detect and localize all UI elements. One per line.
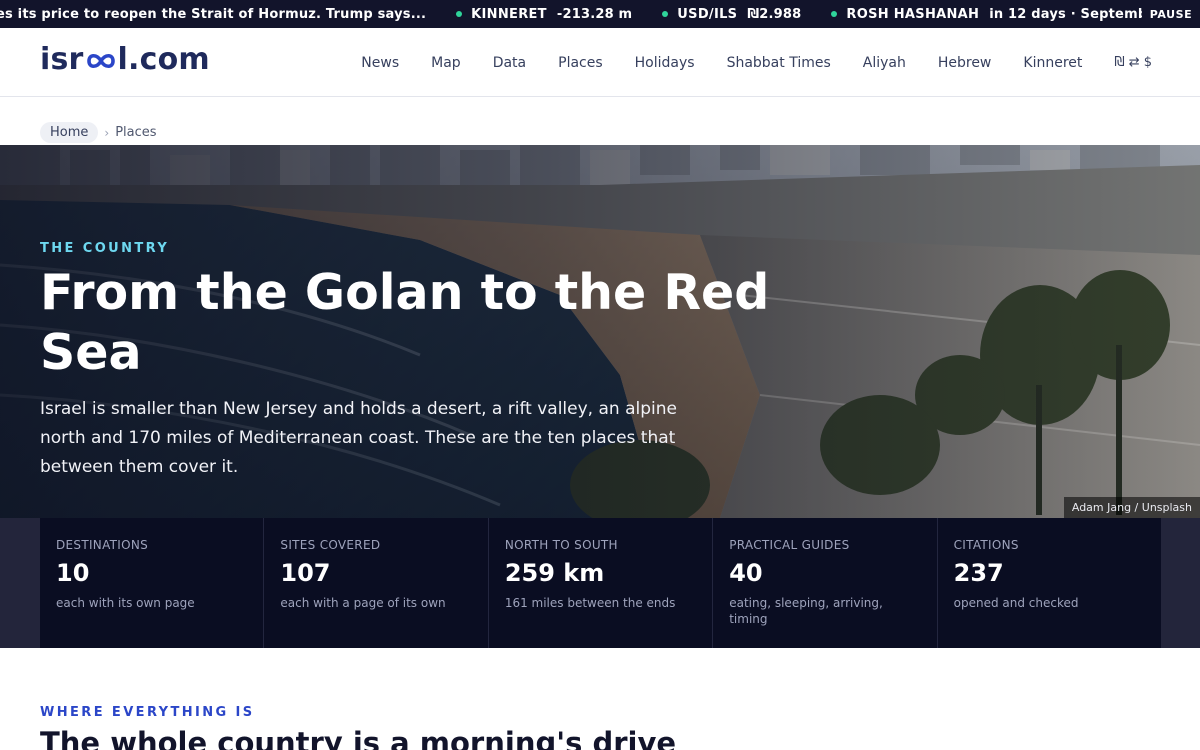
ticker-item-kinneret[interactable]: KINNERET -213.28 m [456, 7, 662, 22]
nav-link-aliyah[interactable]: Aliyah [863, 55, 906, 71]
stat-value: 237 [953, 559, 1004, 587]
stat-value: 40 [729, 559, 763, 587]
ticker-headline[interactable]: es its price to reopen the Strait of Hor… [0, 7, 456, 22]
stat-value: 107 [280, 559, 331, 587]
logo-text-end: l.com [117, 42, 210, 77]
nav-link-holidays[interactable]: Holidays [635, 55, 695, 71]
stat-north-to-south: NORTH TO SOUTH 259 km 161 miles between … [489, 518, 714, 648]
ticker-item-value: -213.28 m [556, 6, 633, 22]
hero: THE COUNTRY From the Golan to the Red Se… [0, 145, 1200, 518]
stat-destinations: DESTINATIONS 10 each with its own page [40, 518, 265, 648]
stat-note: eating, sleeping, arriving, timing [729, 596, 883, 626]
stat-label: DESTINATIONS [56, 538, 149, 552]
stat-note: 161 miles between the ends [504, 596, 676, 610]
photo-credit[interactable]: Adam Jang / Unsplash [1063, 497, 1200, 518]
ticker-item-label: ROSH HASHANAH [846, 6, 980, 22]
hero-eyebrow: THE COUNTRY [40, 241, 170, 256]
stat-label: NORTH TO SOUTH [504, 538, 618, 552]
stat-value: 259 km [504, 559, 605, 587]
section-eyebrow: WHERE EVERYTHING IS [40, 705, 255, 720]
nav-link-kinneret[interactable]: Kinneret [1023, 55, 1082, 71]
stat-note: each with its own page [56, 596, 195, 610]
logo-text-start: isr [40, 42, 84, 77]
breadcrumb-current: Places [115, 125, 157, 140]
stat-value: 10 [56, 559, 90, 587]
site-logo[interactable]: isr l.com [40, 42, 210, 77]
nav-link-data[interactable]: Data [493, 55, 526, 71]
ticker-item-label: KINNERET [471, 6, 547, 22]
status-dot-icon [456, 11, 463, 17]
status-dot-icon [662, 11, 669, 17]
stat-label: PRACTICAL GUIDES [729, 538, 850, 552]
section-title: The whole country is a morning's drive [40, 726, 677, 750]
ticker-track: es its price to reopen the Strait of Hor… [0, 0, 1200, 28]
breadcrumb-home-link[interactable]: Home [40, 122, 99, 143]
nav-link-hebrew[interactable]: Hebrew [938, 55, 992, 71]
stat-label: CITATIONS [953, 538, 1019, 552]
main-nav: News Map Data Places Holidays Shabbat Ti… [329, 28, 1152, 97]
ticker-item-value: ₪2.988 [747, 6, 802, 22]
nav-link-places[interactable]: Places [558, 55, 603, 71]
stats-row: DESTINATIONS 10 each with its own page S… [40, 518, 1161, 648]
nav-link-news[interactable]: News [361, 55, 399, 71]
ticker-item-usd-ils[interactable]: USD/ILS ₪2.988 [662, 7, 831, 22]
chevron-right-icon: › [104, 125, 110, 140]
site-header: isr l.com News Map Data Places Holidays … [0, 28, 1200, 97]
stats-band: DESTINATIONS 10 each with its own page S… [0, 518, 1200, 648]
stat-note: opened and checked [953, 596, 1079, 610]
news-ticker: es its price to reopen the Strait of Hor… [0, 0, 1200, 28]
status-dot-icon [831, 11, 838, 17]
infinity-icon [86, 53, 115, 69]
ticker-pause-button[interactable]: PAUSE [1142, 0, 1200, 28]
nav-link-shabbat-times[interactable]: Shabbat Times [727, 55, 831, 71]
page-title: From the Golan to the Red Sea [40, 264, 770, 381]
stat-practical-guides: PRACTICAL GUIDES 40 eating, sleeping, ar… [713, 518, 938, 648]
stat-sites-covered: SITES COVERED 107 each with a page of it… [264, 518, 489, 648]
stat-label: SITES COVERED [280, 538, 381, 552]
breadcrumb: Home › Places [40, 121, 157, 144]
stat-citations: CITATIONS 237 opened and checked [938, 518, 1161, 648]
ticker-item-label: USD/ILS [677, 6, 738, 22]
nav-link-map[interactable]: Map [431, 55, 461, 71]
hero-lede: Israel is smaller than New Jersey and ho… [40, 399, 677, 477]
stat-note: each with a page of its own [280, 596, 446, 610]
currency-toggle-button[interactable]: ₪ ⇄ $ [1114, 55, 1152, 70]
